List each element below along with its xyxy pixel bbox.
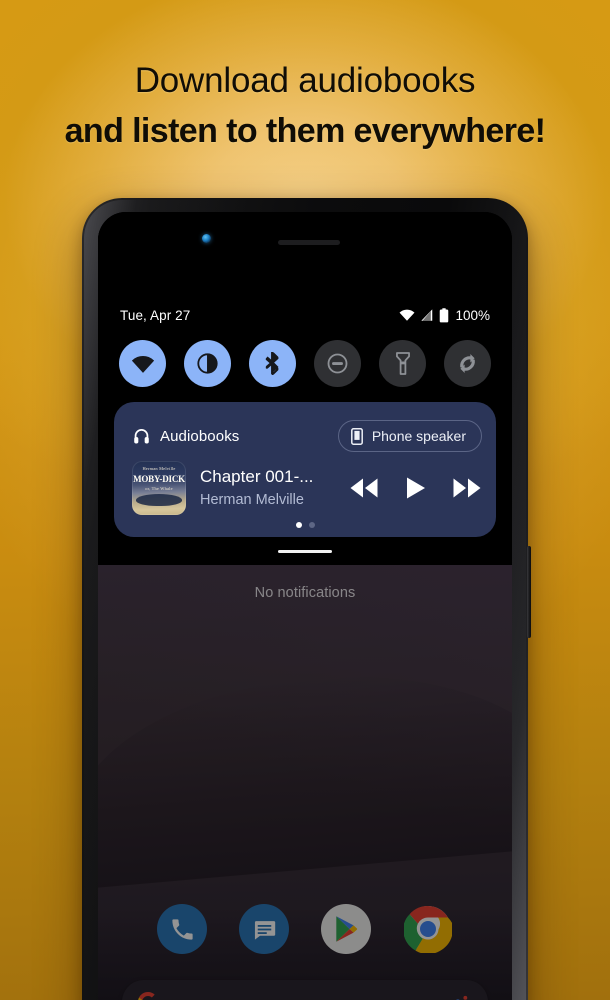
media-card-header: Audiobooks Phone speaker xyxy=(132,420,482,452)
status-date: Tue, Apr 27 xyxy=(120,307,191,323)
fast-forward-button[interactable] xyxy=(452,477,482,499)
google-assistant-icon xyxy=(456,995,468,1000)
wallpaper-ridge xyxy=(98,656,512,890)
earpiece-speaker-icon xyxy=(278,240,340,245)
media-card-body: Herman Melville MOBY-DICK or, The Whale … xyxy=(132,461,482,515)
phone-icon xyxy=(171,918,193,940)
output-device-label: Phone speaker xyxy=(371,428,466,444)
do-not-disturb-icon xyxy=(327,353,348,374)
page-dot-1[interactable] xyxy=(295,522,302,528)
media-app-info: Audiobooks xyxy=(132,427,239,446)
home-dock xyxy=(98,904,512,954)
status-bar: Tue, Apr 27 100% xyxy=(98,304,512,326)
rewind-icon xyxy=(350,478,378,498)
headphones-icon xyxy=(134,428,149,443)
headline-line-2: and listen to them everywhere! xyxy=(64,112,546,150)
dock-icon-phone[interactable] xyxy=(157,904,207,954)
track-title: Chapter 001-... xyxy=(200,467,314,486)
rewind-button[interactable] xyxy=(349,477,379,499)
qs-tile-dark-theme[interactable] xyxy=(184,340,231,387)
front-camera-icon xyxy=(202,234,211,243)
output-device-chip[interactable]: Phone speaker xyxy=(337,420,482,452)
status-icons: 100% xyxy=(399,308,490,323)
album-art-line-3: or, The Whale xyxy=(145,486,173,491)
battery-full-icon xyxy=(440,307,449,322)
wifi-icon xyxy=(131,355,154,373)
google-search-bar[interactable] xyxy=(122,980,488,1000)
phone-icon xyxy=(350,427,363,445)
qs-tile-wifi[interactable] xyxy=(119,340,166,387)
play-button[interactable] xyxy=(405,476,426,500)
contrast-icon xyxy=(197,353,218,374)
track-artist: Herman Melville xyxy=(200,492,304,508)
qs-tile-do-not-disturb[interactable] xyxy=(314,340,361,387)
play-store-icon xyxy=(336,916,358,942)
quick-settings-row xyxy=(98,340,512,387)
chrome-icon xyxy=(404,905,452,953)
promo-poster: Download audiobooks and listen to them e… xyxy=(0,0,610,1000)
headline-line-1: Download audiobooks xyxy=(134,61,476,100)
dock-icon-messages[interactable] xyxy=(239,904,289,954)
album-art-whale xyxy=(136,494,182,506)
album-art[interactable]: Herman Melville MOBY-DICK or, The Whale xyxy=(132,461,186,515)
qs-tile-auto-rotate[interactable] xyxy=(444,340,491,387)
wifi-icon xyxy=(400,309,415,321)
page-dot-2[interactable] xyxy=(308,522,315,528)
play-icon xyxy=(407,477,425,499)
battery-percent: 100% xyxy=(455,307,490,323)
phone-top-bezel xyxy=(98,212,512,258)
bluetooth-icon xyxy=(265,352,279,375)
qs-tile-bluetooth[interactable] xyxy=(249,340,296,387)
flashlight-icon xyxy=(395,352,410,375)
messages-icon xyxy=(254,920,275,940)
media-page-dots xyxy=(114,522,496,528)
promo-headline: Download audiobooks and listen to them e… xyxy=(0,58,610,154)
cellular-signal-icon xyxy=(421,309,433,321)
media-app-name: Audiobooks xyxy=(160,427,240,445)
dock-icon-play-store[interactable] xyxy=(321,904,371,954)
auto-rotate-icon xyxy=(460,354,475,373)
qs-tile-flashlight[interactable] xyxy=(379,340,426,387)
shade-drag-handle[interactable] xyxy=(278,550,332,553)
track-metadata: Chapter 001-... Herman Melville xyxy=(200,466,343,510)
home-wallpaper: No notifications xyxy=(98,565,512,1000)
album-art-line-1: Herman Melville xyxy=(142,466,176,471)
album-art-line-2: MOBY-DICK xyxy=(133,474,185,484)
google-g-icon xyxy=(138,992,155,1000)
dock-icon-chrome[interactable] xyxy=(403,904,453,954)
power-button[interactable] xyxy=(527,546,531,638)
fast-forward-icon xyxy=(453,478,481,498)
phone-screen: No notifications Tue, Apr 27 100% Audiob… xyxy=(98,212,512,1000)
media-player-card[interactable]: Audiobooks Phone speaker Herman Melville… xyxy=(114,402,496,537)
no-notifications-label: No notifications xyxy=(254,585,356,601)
phone-mockup: No notifications Tue, Apr 27 100% Audiob… xyxy=(82,198,531,1000)
playback-controls xyxy=(349,476,482,500)
